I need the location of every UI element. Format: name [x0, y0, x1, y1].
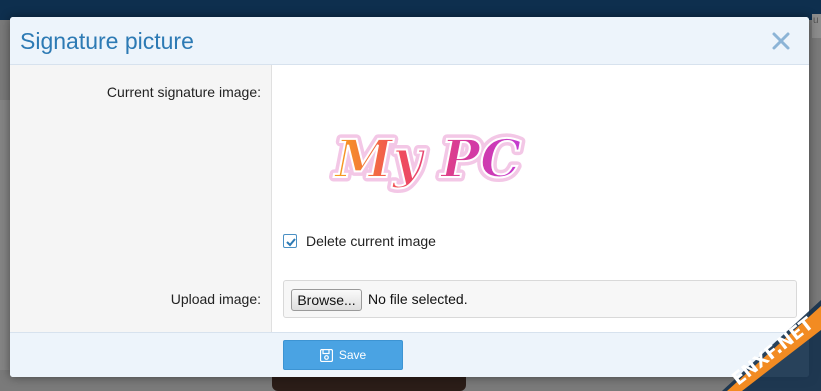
delete-image-checkbox[interactable]: [283, 234, 297, 248]
checkmark-icon: [286, 238, 296, 247]
file-status-text: No file selected.: [368, 291, 468, 307]
signature-image-text: My PC: [333, 129, 521, 190]
background-partial-text: u: [813, 15, 819, 26]
delete-image-label[interactable]: Delete current image: [306, 233, 436, 249]
form-field-column: My PC My PC Delete current image Browse.…: [273, 65, 809, 332]
form-label-column: Current signature image: Upload image:: [10, 65, 272, 332]
signature-image: My PC My PC: [329, 125, 526, 195]
floppy-disk-icon: [319, 348, 333, 362]
save-button[interactable]: Save: [283, 340, 403, 370]
save-label: Save: [338, 348, 367, 362]
close-icon[interactable]: [768, 28, 794, 54]
upload-image-label: Upload image:: [170, 291, 261, 307]
dialog-title: Signature picture: [20, 28, 194, 54]
delete-image-row: Delete current image: [283, 231, 436, 251]
signature-dialog: Signature picture Current signature imag…: [10, 17, 809, 377]
current-signature-label: Current signature image:: [106, 84, 261, 100]
dialog-header: Signature picture: [10, 17, 809, 65]
dialog-footer: Save: [10, 332, 809, 377]
upload-field: Browse... No file selected.: [283, 280, 797, 318]
browse-button[interactable]: Browse...: [291, 289, 362, 311]
form-body: Current signature image: Upload image: M…: [10, 65, 809, 332]
